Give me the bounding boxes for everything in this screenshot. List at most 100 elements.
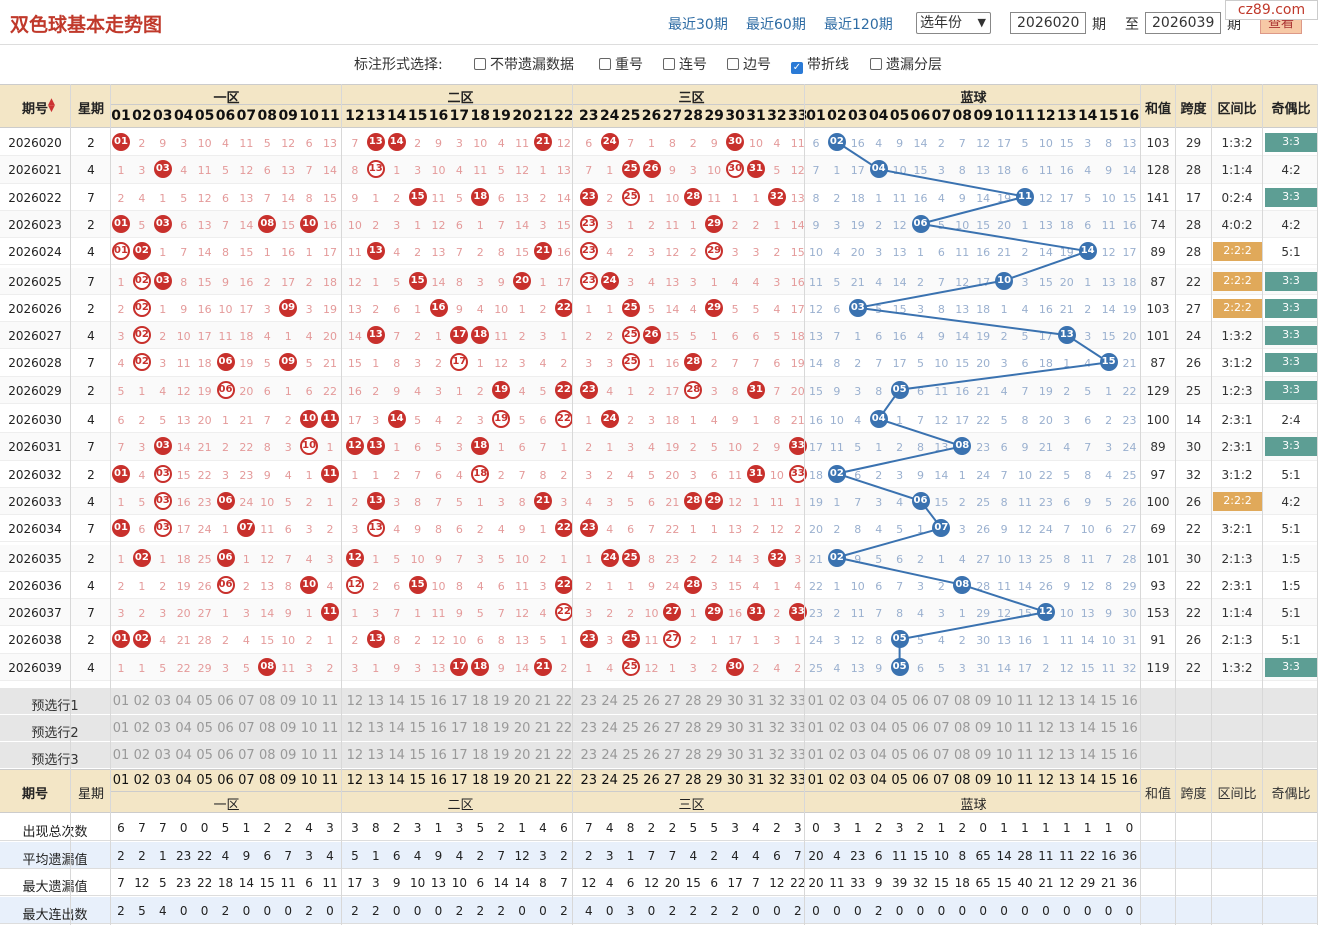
preselect-red-number[interactable]: 12 [345,694,365,709]
preselect-blue-number[interactable]: 05 [890,748,910,763]
preselect-blue-number[interactable]: 08 [952,721,972,736]
preselect-red-number[interactable]: 02 [132,748,152,763]
preselect-red-number[interactable]: 21 [533,748,553,763]
preselect-blue-number[interactable]: 10 [994,694,1014,709]
preselect-red-number[interactable]: 04 [174,748,194,763]
preselect-red-number[interactable]: 02 [132,721,152,736]
preselect-red-number[interactable]: 10 [299,721,319,736]
sort-icon[interactable]: ▲ ▼ [48,98,55,114]
preselect-red-number[interactable]: 15 [408,748,428,763]
preselect-red-number[interactable]: 23 [579,748,599,763]
preselect-red-number[interactable]: 08 [257,694,277,709]
preselect-blue-number[interactable]: 07 [931,694,951,709]
preselect-blue-number[interactable]: 14 [1078,748,1098,763]
preselect-red-number[interactable]: 04 [174,721,194,736]
preselect-red-number[interactable]: 19 [491,694,511,709]
preselect-red-number[interactable]: 18 [470,721,490,736]
preselect-red-number[interactable]: 14 [387,748,407,763]
preselect-red-number[interactable]: 24 [600,721,620,736]
option-no-miss[interactable]: 不带遗漏数据 [474,54,574,74]
checkbox[interactable] [599,58,611,70]
preselect-red-number[interactable]: 20 [512,694,532,709]
preselect-red-number[interactable]: 01 [111,748,131,763]
preselect-blue-number[interactable]: 11 [1015,694,1035,709]
preselect-red-number[interactable]: 23 [579,721,599,736]
preselect-blue-number[interactable]: 06 [911,694,931,709]
preselect-blue-number[interactable]: 16 [1120,694,1140,709]
preselect-blue-number[interactable]: 13 [1057,748,1077,763]
preselect-red-number[interactable]: 01 [111,694,131,709]
preselect-blue-number[interactable]: 09 [973,748,993,763]
preselect-red-number[interactable]: 15 [408,721,428,736]
preselect-red-number[interactable]: 31 [746,694,766,709]
checkbox[interactable] [474,58,486,70]
preselect-blue-number[interactable]: 05 [890,721,910,736]
preselect-red-number[interactable]: 32 [767,748,787,763]
preselect-red-number[interactable]: 09 [278,748,298,763]
checkbox[interactable] [663,58,675,70]
checkbox-checked[interactable]: ✓ [791,62,803,74]
preselect-red-number[interactable]: 28 [683,721,703,736]
preselect-blue-number[interactable]: 02 [827,721,847,736]
preselect-red-number[interactable]: 27 [662,748,682,763]
preselect-red-number[interactable]: 31 [746,748,766,763]
preselect-red-number[interactable]: 10 [299,694,319,709]
preselect-red-number[interactable]: 29 [704,748,724,763]
preselect-blue-number[interactable]: 07 [931,721,951,736]
preselect-red-number[interactable]: 32 [767,694,787,709]
preselect-red-number[interactable]: 13 [366,721,386,736]
preselect-red-number[interactable]: 22 [554,721,574,736]
option-polyline[interactable]: ✓ 带折线 [791,54,849,74]
preselect-red-number[interactable]: 14 [387,694,407,709]
preselect-red-number[interactable]: 25 [621,694,641,709]
preselect-red-number[interactable]: 29 [704,694,724,709]
preselect-blue-number[interactable]: 11 [1015,748,1035,763]
preselect-blue-number[interactable]: 01 [806,721,826,736]
preselect-red-number[interactable]: 02 [132,694,152,709]
preselect-red-number[interactable]: 13 [366,748,386,763]
preselect-red-number[interactable]: 04 [174,694,194,709]
preselect-blue-number[interactable]: 15 [1099,694,1119,709]
preselect-blue-number[interactable]: 03 [848,748,868,763]
preselect-blue-number[interactable]: 07 [931,748,951,763]
preselect-red-number[interactable]: 06 [216,694,236,709]
preselect-red-number[interactable]: 17 [449,694,469,709]
preselect-red-number[interactable]: 15 [408,694,428,709]
preselect-red-number[interactable]: 18 [470,748,490,763]
col-period-footer[interactable]: 期号 [4,783,66,802]
preselect-red-number[interactable]: 32 [767,721,787,736]
preselect-red-number[interactable]: 12 [345,748,365,763]
preselect-blue-number[interactable]: 03 [848,721,868,736]
preselect-red-number[interactable]: 16 [429,694,449,709]
preselect-red-number[interactable]: 07 [236,748,256,763]
preselect-red-number[interactable]: 08 [257,748,277,763]
preselect-blue-number[interactable]: 08 [952,694,972,709]
preselect-red-number[interactable]: 17 [449,721,469,736]
preselect-red-number[interactable]: 19 [491,748,511,763]
preselect-blue-number[interactable]: 13 [1057,721,1077,736]
recent-120-link[interactable]: 最近120期 [824,14,893,34]
preselect-blue-number[interactable]: 02 [827,748,847,763]
preselect-red-number[interactable]: 30 [725,721,745,736]
preselect-blue-number[interactable]: 05 [890,694,910,709]
preselect-blue-number[interactable]: 15 [1099,721,1119,736]
recent-30-link[interactable]: 最近30期 [668,14,728,34]
preselect-red-number[interactable]: 25 [621,721,641,736]
preselect-blue-number[interactable]: 14 [1078,721,1098,736]
preselect-red-number[interactable]: 08 [257,721,277,736]
preselect-red-number[interactable]: 03 [153,721,173,736]
preselect-red-number[interactable]: 05 [195,694,215,709]
preselect-red-number[interactable]: 20 [512,748,532,763]
preselect-red-number[interactable]: 27 [662,694,682,709]
preselect-red-number[interactable]: 21 [533,721,553,736]
preselect-red-number[interactable]: 05 [195,721,215,736]
preselect-red-number[interactable]: 16 [429,721,449,736]
preselect-red-number[interactable]: 11 [320,721,340,736]
preselect-blue-number[interactable]: 12 [1036,721,1056,736]
preselect-blue-number[interactable]: 04 [869,721,889,736]
preselect-red-number[interactable]: 07 [236,694,256,709]
year-select[interactable]: 选年份 ▼ [916,12,991,34]
preselect-red-number[interactable]: 01 [111,721,131,736]
preselect-red-number[interactable]: 20 [512,721,532,736]
preselect-red-number[interactable]: 11 [320,748,340,763]
